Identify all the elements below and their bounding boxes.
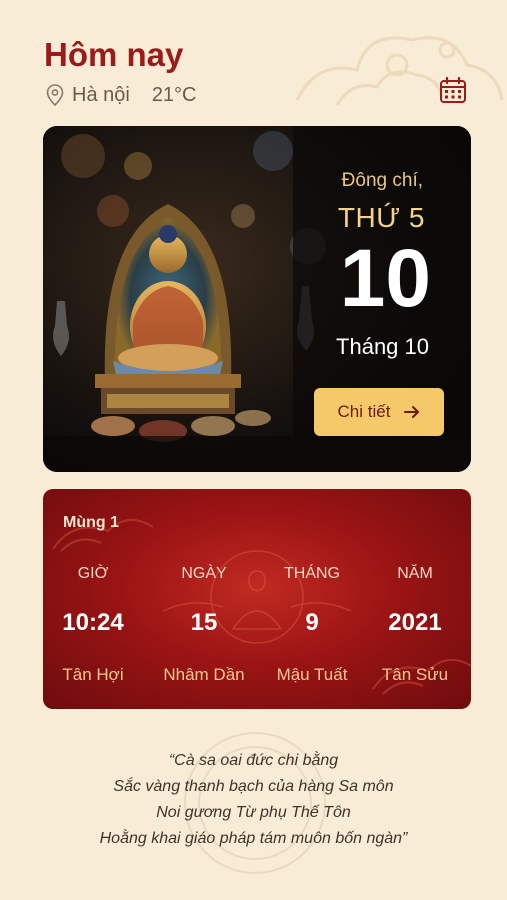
lunar-month-canchi: Mậu Tuất bbox=[276, 665, 348, 684]
day-number: 10 bbox=[339, 233, 431, 324]
detail-button-label: Chi tiết bbox=[337, 402, 391, 421]
solar-term: Đông chí, bbox=[341, 170, 423, 191]
lunar-hour-canchi: Tân Hợi bbox=[62, 665, 124, 684]
weekday: THỨ 5 bbox=[337, 202, 425, 233]
quote-line: Sắc vàng thanh bạch của hàng Sa môn bbox=[113, 778, 394, 795]
lunar-hour-value: 10:24 bbox=[62, 609, 124, 636]
cloud-decoration bbox=[295, 36, 504, 106]
lunar-year-canchi: Tân Sửu bbox=[381, 665, 449, 684]
detail-button[interactable]: Chi tiết bbox=[314, 388, 444, 436]
location-pin-icon bbox=[46, 84, 64, 106]
location-row: Hà nội 21°C bbox=[46, 82, 197, 108]
quote-line: “Cà sa oai đức chi bằng bbox=[168, 752, 339, 769]
calendar-icon[interactable] bbox=[439, 76, 467, 104]
month-label: Tháng 10 bbox=[336, 334, 429, 359]
lunar-year-label: NĂM bbox=[397, 565, 433, 582]
quote-line: Hoằng khai giáo pháp tám muôn bốn ngàn” bbox=[99, 830, 408, 847]
lunar-month-label: THÁNG bbox=[284, 565, 340, 582]
lunar-date-card: Mùng 1 GIỜ 10:24 Tân Hợi NGÀY 15 Nhâm Dầ… bbox=[43, 489, 471, 709]
quote-line: Noi gương Từ phụ Thế Tôn bbox=[156, 804, 351, 821]
lunar-hour-label: GIỜ bbox=[77, 565, 109, 582]
today-hero-card[interactable]: Đông chí, THỨ 5 10 Tháng 10 Chi tiết bbox=[43, 126, 471, 472]
temperature: 21°C bbox=[151, 83, 197, 106]
lunar-day-col-label: NGÀY bbox=[181, 565, 227, 582]
lunar-month-value: 9 bbox=[305, 609, 319, 636]
lunar-day-label: Mùng 1 bbox=[63, 514, 119, 531]
arrow-right-icon bbox=[404, 406, 420, 418]
location-name: Hà nội bbox=[72, 83, 130, 106]
lunar-day-canchi: Nhâm Dần bbox=[163, 665, 245, 684]
lunar-day-value: 15 bbox=[190, 609, 218, 636]
page-title: Hôm nay bbox=[44, 36, 184, 73]
lunar-year-value: 2021 bbox=[388, 609, 442, 636]
buddhist-quote: “Cà sa oai đức chi bằng Sắc vàng thanh b… bbox=[0, 748, 507, 852]
